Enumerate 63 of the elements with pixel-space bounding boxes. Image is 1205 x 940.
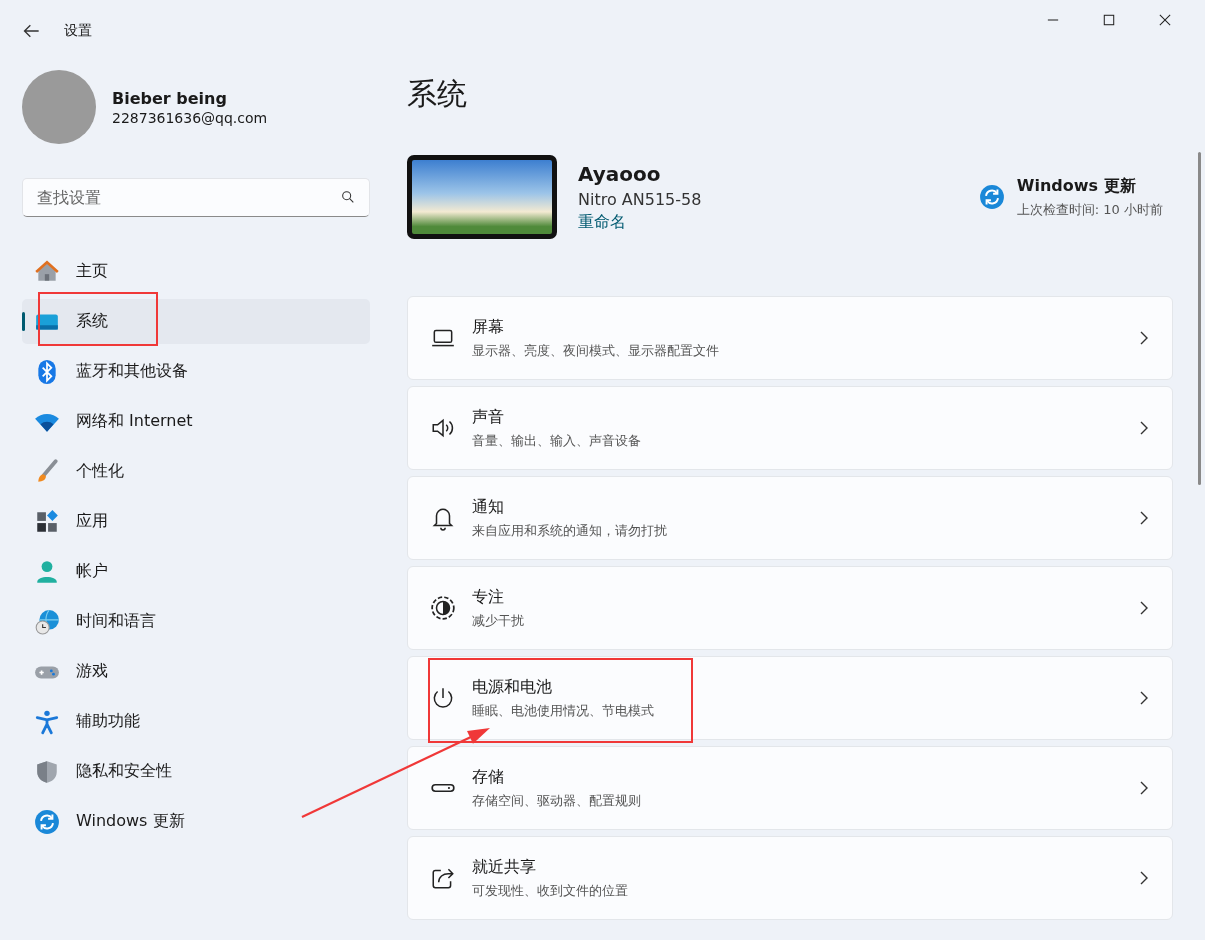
settings-card[interactable]: 通知 来自应用和系统的通知，请勿打扰 bbox=[407, 476, 1173, 560]
page-title: 系统 bbox=[407, 75, 468, 113]
selection-indicator bbox=[22, 312, 25, 331]
sidebar-item[interactable]: 帐户 bbox=[22, 549, 370, 594]
update-status: 上次检查时间: 10 小时前 bbox=[1016, 200, 1163, 219]
shield-icon bbox=[34, 758, 60, 785]
settings-card[interactable]: 电源和电池 睡眠、电池使用情况、节电模式 bbox=[407, 656, 1173, 740]
card-subtitle: 显示器、亮度、夜间模式、显示器配置文件 bbox=[472, 341, 719, 360]
sidebar-item[interactable]: 蓝牙和其他设备 bbox=[22, 349, 370, 394]
chevron-icon bbox=[1138, 510, 1150, 526]
close-icon[interactable] bbox=[1159, 14, 1171, 26]
update-title: Windows 更新 bbox=[1016, 175, 1137, 197]
person-icon bbox=[34, 558, 60, 585]
card-title: 存储 bbox=[472, 766, 505, 788]
card-title: 专注 bbox=[472, 586, 505, 608]
card-title: 电源和电池 bbox=[472, 676, 553, 698]
rename-link[interactable]: 重命名 bbox=[578, 211, 626, 233]
sidebar-item[interactable]: 隐私和安全性 bbox=[22, 749, 370, 794]
maximize-icon[interactable] bbox=[1103, 14, 1115, 26]
card-title: 通知 bbox=[472, 496, 505, 518]
chevron-icon bbox=[1138, 330, 1150, 346]
sidebar-item[interactable]: 个性化 bbox=[22, 449, 370, 494]
accessibility-icon bbox=[34, 708, 60, 735]
sync-icon bbox=[34, 808, 60, 835]
card-title: 屏幕 bbox=[472, 316, 505, 338]
card-subtitle: 音量、输出、输入、声音设备 bbox=[472, 431, 641, 450]
card-subtitle: 来自应用和系统的通知，请勿打扰 bbox=[472, 521, 667, 540]
chevron-icon bbox=[1138, 600, 1150, 616]
settings-card[interactable]: 屏幕 显示器、亮度、夜间模式、显示器配置文件 bbox=[407, 296, 1173, 380]
search-icon bbox=[340, 189, 356, 205]
card-title: 就近共享 bbox=[472, 856, 537, 878]
scrollbar[interactable] bbox=[1198, 152, 1201, 485]
chevron-icon bbox=[1138, 690, 1150, 706]
card-subtitle: 存储空间、驱动器、配置规则 bbox=[472, 791, 641, 810]
sidebar-item[interactable]: Windows 更新 bbox=[22, 799, 370, 844]
sidebar-item[interactable]: 系统 bbox=[22, 299, 370, 344]
chevron-icon bbox=[1138, 420, 1150, 436]
device-model: Nitro AN515-58 bbox=[578, 189, 702, 209]
sidebar-item[interactable]: 网络和 Internet bbox=[22, 399, 370, 444]
sidebar-item[interactable]: 时间和语言 bbox=[22, 599, 370, 644]
card-subtitle: 可发现性、收到文件的位置 bbox=[472, 881, 628, 900]
chevron-icon bbox=[1138, 780, 1150, 796]
card-subtitle: 减少干扰 bbox=[472, 611, 524, 630]
window-title: 设置 bbox=[64, 22, 92, 40]
sync-icon[interactable] bbox=[978, 184, 1005, 210]
user-name: Bieber being bbox=[112, 88, 228, 108]
apps-icon bbox=[34, 508, 60, 535]
settings-card[interactable]: 专注 减少干扰 bbox=[407, 566, 1173, 650]
focus-icon bbox=[430, 595, 456, 621]
sidebar-item[interactable]: 辅助功能 bbox=[22, 699, 370, 744]
search-field[interactable]: 查找设置 bbox=[22, 178, 370, 217]
card-subtitle: 睡眠、电池使用情况、节电模式 bbox=[472, 701, 654, 720]
sidebar-item[interactable]: 主页 bbox=[22, 249, 370, 294]
device-name: Ayaooo bbox=[578, 161, 662, 186]
settings-card[interactable]: 声音 音量、输出、输入、声音设备 bbox=[407, 386, 1173, 470]
card-title: 声音 bbox=[472, 406, 505, 428]
settings-card[interactable]: 就近共享 可发现性、收到文件的位置 bbox=[407, 836, 1173, 920]
sidebar-item[interactable]: 游戏 bbox=[22, 649, 370, 694]
user-email: 2287361636@qq.com bbox=[112, 109, 268, 126]
sidebar-item[interactable]: 应用 bbox=[22, 499, 370, 544]
globe-clock-icon bbox=[34, 608, 60, 635]
chevron-icon bbox=[1138, 870, 1150, 886]
settings-card[interactable]: 存储 存储空间、驱动器、配置规则 bbox=[407, 746, 1173, 830]
